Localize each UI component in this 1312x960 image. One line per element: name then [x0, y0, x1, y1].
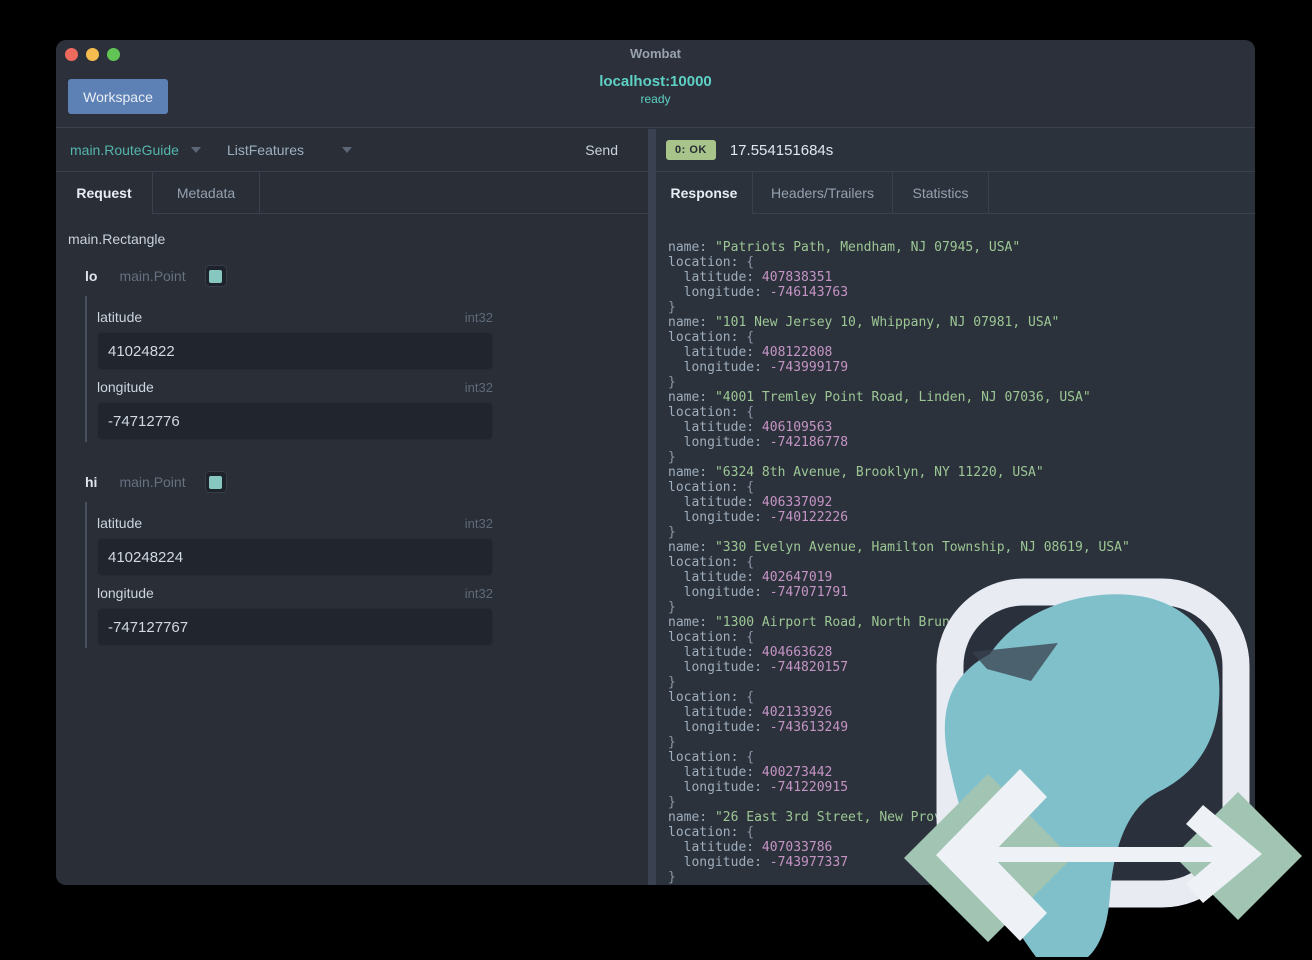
tab-metadata[interactable]: Metadata — [153, 172, 260, 214]
response-line: } — [668, 735, 676, 750]
response-line: name: "26 East 3rd Street, New Providenc… — [668, 810, 1115, 825]
send-button[interactable]: Send — [585, 142, 618, 158]
field-kind-label: int32 — [464, 309, 493, 325]
response-line: latitude: 400273442 — [668, 765, 833, 780]
field-enabled-checkbox[interactable] — [204, 265, 227, 287]
chevron-down-icon[interactable] — [342, 147, 352, 153]
response-line: longitude: -746143763 — [668, 285, 849, 300]
response-line: longitude: -741220915 — [668, 780, 849, 795]
message-type-label: main.Rectangle — [68, 231, 166, 247]
response-line: location: { — [668, 630, 755, 645]
method-bar: main.RouteGuide ListFeatures Send — [56, 129, 648, 172]
service-select[interactable]: main.RouteGuide — [70, 142, 179, 158]
field-kind-label: int32 — [464, 379, 493, 395]
response-line: location: { — [668, 555, 755, 570]
response-line: name: "101 New Jersey 10, Whippany, NJ 0… — [668, 315, 1060, 330]
response-line: latitude: 407838351 — [668, 270, 833, 285]
field-group-hi: hi main.Point latitude int32 lo — [85, 470, 648, 648]
method-select[interactable]: ListFeatures — [227, 142, 304, 158]
field-label: latitude — [97, 515, 143, 531]
checkbox-check-icon — [209, 475, 223, 489]
request-form: main.Rectangle lo main.Point latitude in… — [56, 214, 648, 885]
response-line: } — [668, 525, 676, 540]
tab-headers-trailers[interactable]: Headers/Trailers — [753, 172, 893, 214]
connection-status: ready — [640, 92, 671, 106]
response-line: location: { — [668, 750, 755, 765]
response-line: location: { — [668, 480, 755, 495]
latitude-input[interactable] — [97, 332, 493, 370]
connection-info: localhost:10000 ready — [56, 73, 1255, 106]
response-line: longitude: -747071791 — [668, 585, 849, 600]
response-line: longitude: -744820157 — [668, 660, 849, 675]
response-line: longitude: -743999179 — [668, 360, 849, 375]
tab-statistics[interactable]: Statistics — [893, 172, 989, 214]
app-window: Wombat Workspace localhost:10000 ready m… — [56, 40, 1255, 885]
response-line: name: "Patriots Path, Mendham, NJ 07945,… — [668, 240, 1021, 255]
response-line: name: "1300 Airport Road, North Brunswic… — [668, 615, 1185, 630]
response-line: location: { — [668, 690, 755, 705]
field-kind-label: int32 — [464, 515, 493, 531]
response-line: name: "4001 Tremley Point Road, Linden, … — [668, 390, 1091, 405]
panel-split-handle[interactable] — [648, 129, 656, 885]
field-type: main.Point — [119, 268, 186, 284]
field-label: longitude — [97, 585, 154, 601]
response-line: location: { — [668, 255, 755, 270]
tab-response[interactable]: Response — [656, 172, 753, 214]
response-line: location: { — [668, 825, 755, 840]
field-label: longitude — [97, 379, 154, 395]
checkbox-check-icon — [209, 269, 223, 283]
field-enabled-checkbox[interactable] — [204, 471, 227, 493]
response-line: } — [668, 600, 676, 615]
response-line: longitude: -743613249 — [668, 720, 849, 735]
response-line: longitude: -740122226 — [668, 510, 849, 525]
status-badge: 0: OK — [666, 140, 716, 160]
response-line: } — [668, 870, 676, 885]
response-line: longitude: -743977337 — [668, 855, 849, 870]
titlebar: Wombat — [56, 40, 1255, 67]
request-panel: main.RouteGuide ListFeatures Send Reques… — [56, 129, 648, 885]
response-body[interactable]: name: "Patriots Path, Mendham, NJ 07945,… — [656, 214, 1255, 885]
field-name: hi — [85, 474, 98, 490]
response-line: } — [668, 795, 676, 810]
tab-request[interactable]: Request — [56, 172, 153, 214]
response-line: name: "330 Evelyn Avenue, Hamilton Towns… — [668, 540, 1130, 555]
longitude-input[interactable] — [97, 402, 493, 440]
response-line: location: { — [668, 330, 755, 345]
response-line: location: { — [668, 405, 755, 420]
longitude-input[interactable] — [97, 608, 493, 646]
response-line: latitude: 404663628 — [668, 645, 833, 660]
response-line: } — [668, 675, 676, 690]
response-line: name: "6324 8th Avenue, Brooklyn, NY 112… — [668, 465, 1044, 480]
request-tabs: Request Metadata — [56, 172, 648, 214]
response-line: latitude: 408122808 — [668, 345, 833, 360]
call-duration: 17.554151684s — [729, 141, 834, 159]
response-line: latitude: 402647019 — [668, 570, 833, 585]
response-line: latitude: 407033786 — [668, 840, 833, 855]
field-name: lo — [85, 268, 98, 284]
response-line: } — [668, 300, 676, 315]
response-line: latitude: 406337092 — [668, 495, 833, 510]
field-label: latitude — [97, 309, 143, 325]
latitude-input[interactable] — [97, 538, 493, 576]
response-line: } — [668, 450, 676, 465]
response-line: latitude: 402133926 — [668, 705, 833, 720]
field-kind-label: int32 — [464, 585, 493, 601]
response-line: longitude: -742186778 — [668, 435, 849, 450]
response-line: latitude: 406109563 — [668, 420, 833, 435]
response-panel: 0: OK 17.554151684s Response Headers/Tra… — [656, 129, 1255, 885]
response-tabs: Response Headers/Trailers Statistics — [656, 172, 1255, 214]
server-address: localhost:10000 — [599, 73, 712, 90]
response-line: } — [668, 375, 676, 390]
response-status-bar: 0: OK 17.554151684s — [656, 129, 1255, 172]
chevron-down-icon[interactable] — [190, 147, 201, 153]
field-group-lo: lo main.Point latitude int32 lo — [85, 264, 648, 442]
connection-header: Workspace localhost:10000 ready — [56, 67, 1255, 128]
field-type: main.Point — [119, 474, 186, 490]
window-title: Wombat — [629, 46, 682, 61]
